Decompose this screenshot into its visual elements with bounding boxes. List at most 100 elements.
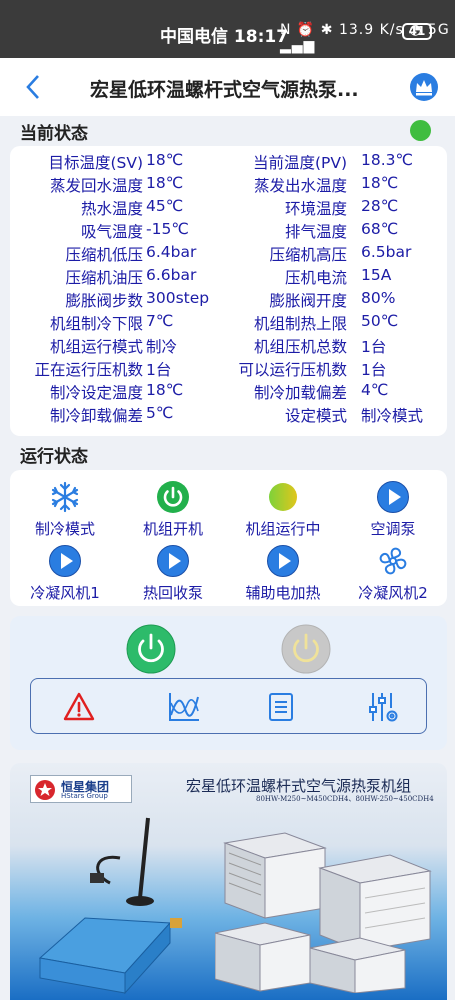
param-label: 膨胀阀开度 — [269, 292, 347, 310]
param-label: 排气温度 — [284, 223, 347, 241]
status-label: 热回收泵 — [142, 584, 203, 602]
param-row: 膨胀阀步数 300step 膨胀阀开度 80% — [10, 289, 447, 312]
param-label: 压机电流 — [284, 269, 347, 287]
gateway-device-image — [38, 817, 182, 995]
param-value: 4℃ — [361, 381, 389, 399]
play-icon — [157, 545, 189, 577]
status-condenser-fan-1: 冷凝风机1 — [10, 544, 120, 603]
play-icon — [377, 481, 409, 513]
param-label: 制冷加载偏差 — [253, 384, 347, 402]
param-value: 1台 — [361, 361, 387, 379]
banner-title: 宏星低环温螺杆式空气源热泵机组 — [186, 777, 412, 795]
settings-sliders-icon[interactable] — [367, 690, 399, 724]
param-label: 热水温度 — [80, 200, 143, 218]
param-label: 膨胀阀步数 — [65, 292, 143, 310]
system-status-bar: 中国电信 18:17 N ⏰ ✱ 13.9 K/s ◔ 5G ▂▄▆ 41 — [0, 0, 455, 58]
param-row: 正在运行压机数 1台 可以运行压机数 1台 — [10, 358, 447, 381]
status-ac-pump: 空调泵 — [338, 480, 448, 539]
function-toolbar — [30, 678, 427, 734]
param-label: 环境温度 — [284, 200, 347, 218]
param-label: 制冷设定温度 — [49, 384, 143, 402]
top-navigation-bar: 宏星低环温螺杆式空气源热泵... — [0, 58, 455, 116]
status-condenser-fan-2: 冷凝风机2 — [338, 544, 448, 603]
play-icon — [267, 545, 299, 577]
play-icon — [49, 545, 81, 577]
param-label: 压缩机油压 — [65, 269, 143, 287]
status-unit-power-on: 机组开机 — [118, 480, 228, 539]
list-icon[interactable] — [267, 692, 295, 722]
param-label: 可以运行压机数 — [238, 361, 347, 379]
status-aux-electric-heating: 辅助电加热 — [228, 544, 338, 603]
snowflake-icon — [51, 481, 79, 513]
param-value: 7℃ — [146, 312, 174, 330]
param-value: 18.3℃ — [361, 151, 413, 169]
param-label: 当前温度(PV) — [252, 154, 347, 172]
control-panel — [10, 616, 447, 750]
param-value: 制冷 — [146, 338, 178, 356]
banner-models: 80HW-M250~M450CDH4、80HW-250~450CDH4 — [256, 795, 434, 803]
run-status-title: 运行状态 — [20, 447, 88, 467]
brand-logo: 恒星集团 HStars Group — [30, 775, 132, 803]
status-label: 制冷模式 — [34, 520, 95, 538]
param-label: 目标温度(SV) — [48, 154, 143, 172]
power-on-icon — [157, 481, 189, 513]
battery-icon: 41 — [402, 23, 432, 40]
param-value: 15A — [361, 266, 392, 284]
power-off-button[interactable] — [281, 624, 331, 674]
param-row: 机组运行模式 制冷 机组压机总数 1台 — [10, 335, 447, 358]
param-value: 制冷模式 — [361, 407, 424, 425]
param-label: 压缩机低压 — [65, 246, 143, 264]
status-label: 冷凝风机2 — [358, 584, 428, 602]
param-value: 5℃ — [146, 404, 174, 422]
param-label: 吸气温度 — [80, 223, 143, 241]
param-value: 18℃ — [146, 381, 184, 399]
parameter-panel: 目标温度(SV) 18℃ 当前温度(PV) 18.3℃ 蒸发回水温度 18℃ 蒸… — [10, 146, 447, 436]
status-label: 空调泵 — [370, 520, 416, 538]
param-label: 机组制冷下限 — [49, 315, 143, 333]
heat-pump-units-image — [215, 832, 432, 993]
param-label: 制冷卸载偏差 — [49, 407, 143, 425]
trend-chart-icon[interactable] — [167, 691, 201, 723]
param-row: 制冷卸载偏差 5℃ 设定模式 制冷模式 — [10, 404, 447, 427]
status-heat-recovery-pump: 热回收泵 — [118, 544, 228, 603]
param-value: -15℃ — [146, 220, 189, 238]
param-value: 80% — [361, 289, 396, 307]
param-value: 18℃ — [146, 174, 184, 192]
online-status-indicator — [410, 120, 431, 141]
param-label: 压缩机高压 — [269, 246, 347, 264]
param-row: 热水温度 45℃ 环境温度 28℃ — [10, 197, 447, 220]
param-row: 蒸发回水温度 18℃ 蒸发出水温度 18℃ — [10, 174, 447, 197]
param-row: 目标温度(SV) 18℃ 当前温度(PV) 18.3℃ — [10, 151, 447, 174]
back-arrow-icon[interactable] — [22, 72, 44, 102]
param-label: 机组运行模式 — [49, 338, 143, 356]
param-row: 机组制冷下限 7℃ 机组制热上限 50℃ — [10, 312, 447, 335]
power-on-button[interactable] — [126, 624, 176, 674]
crown-icon[interactable] — [409, 72, 439, 102]
param-label: 设定模式 — [284, 407, 347, 425]
param-label: 蒸发出水温度 — [253, 177, 347, 195]
param-label: 正在运行压机数 — [34, 361, 143, 379]
param-row: 压缩机油压 6.6bar 压机电流 15A — [10, 266, 447, 289]
current-status-title: 当前状态 — [20, 124, 88, 144]
param-row: 吸气温度 -15℃ 排气温度 68℃ — [10, 220, 447, 243]
param-value: 18℃ — [146, 151, 184, 169]
running-indicator-icon — [269, 483, 297, 511]
status-label: 机组运行中 — [245, 520, 321, 538]
param-value: 300step — [146, 289, 210, 307]
param-value: 6.4bar — [146, 243, 197, 261]
brand-logo-mark — [35, 780, 55, 800]
alarm-icon[interactable] — [63, 691, 95, 723]
param-value: 50℃ — [361, 312, 399, 330]
param-label: 机组制热上限 — [253, 315, 347, 333]
param-value: 6.6bar — [146, 266, 197, 284]
status-label: 冷凝风机1 — [30, 584, 100, 602]
param-label: 机组压机总数 — [253, 338, 347, 356]
status-label: 机组开机 — [142, 520, 203, 538]
param-value: 68℃ — [361, 220, 399, 238]
param-label: 蒸发回水温度 — [49, 177, 143, 195]
param-value: 45℃ — [146, 197, 184, 215]
product-banner[interactable]: 恒星集团 HStars Group 宏星低环温螺杆式空气源热泵机组 80HW-M… — [10, 763, 447, 1000]
status-unit-running: 机组运行中 — [228, 480, 338, 539]
brand-name-en: HStars Group — [61, 792, 108, 800]
run-status-panel: 制冷模式 机组开机 机组运行中 空调泵 冷凝风机1 热回收泵 辅助电加热 冷凝风… — [10, 470, 447, 606]
